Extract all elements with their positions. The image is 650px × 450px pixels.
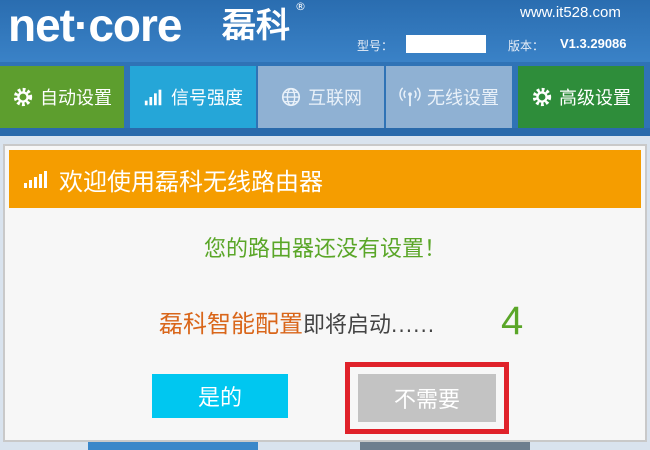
brand-logo: net·core (8, 0, 182, 51)
welcome-dialog: 欢迎使用磊科无线路由器 您的路由器还没有设置！ 磊科智能配置 即将启动 ....… (3, 144, 647, 442)
tab-label: 高级设置 (559, 88, 631, 109)
model-value (406, 35, 486, 53)
tab-auto-setup[interactable]: 自动设置 (0, 66, 124, 128)
tab-label: 自动设置 (40, 88, 112, 109)
starting-soon-text: 即将启动 (303, 313, 392, 338)
wireless-icon (399, 87, 421, 107)
smart-config-text: 磊科智能配置 (159, 310, 303, 338)
ellipsis-text: ...... (391, 313, 436, 337)
watermark-text: www.it528.com (520, 4, 621, 21)
no-need-button[interactable]: 不需要 (358, 374, 496, 422)
gear-icon (532, 87, 552, 107)
globe-icon (281, 87, 301, 107)
main-nav: 自动设置 信号强度 互联网 无线设置 高级设置 (0, 64, 650, 128)
registered-mark: ® (295, 0, 306, 13)
dialog-title: 欢迎使用磊科无线路由器 (59, 167, 323, 196)
brand-logo-cn: 磊科 (222, 6, 290, 46)
header: net·core 磊科 ® www.it528.com 型号： 版本： V1.3… (0, 0, 650, 62)
signal-bars-icon (144, 89, 162, 106)
tab-wireless-settings[interactable]: 无线设置 (386, 66, 512, 128)
version-label: 版本： (508, 39, 545, 53)
gear-icon (13, 87, 33, 107)
highlight-box: 不需要 (345, 362, 509, 434)
tab-internet[interactable]: 互联网 (258, 66, 384, 128)
tab-signal-strength[interactable]: 信号强度 (130, 66, 256, 128)
tab-label: 互联网 (308, 88, 362, 109)
dialog-title-bar: 欢迎使用磊科无线路由器 (9, 150, 641, 208)
not-configured-message: 您的路由器还没有设置！ (203, 237, 446, 262)
yes-button[interactable]: 是的 (152, 374, 288, 418)
nav-divider (0, 128, 650, 136)
version-value: V1.3.29086 (560, 36, 627, 51)
tab-label: 信号强度 (171, 88, 243, 109)
tab-label: 无线设置 (427, 88, 499, 109)
auto-config-message: 磊科智能配置 即将启动 ...... (159, 304, 435, 339)
countdown-number: 4 (501, 299, 524, 343)
model-label: 型号： (357, 39, 394, 53)
signal-bars-icon (24, 171, 47, 188)
tab-advanced-settings[interactable]: 高级设置 (518, 66, 644, 128)
